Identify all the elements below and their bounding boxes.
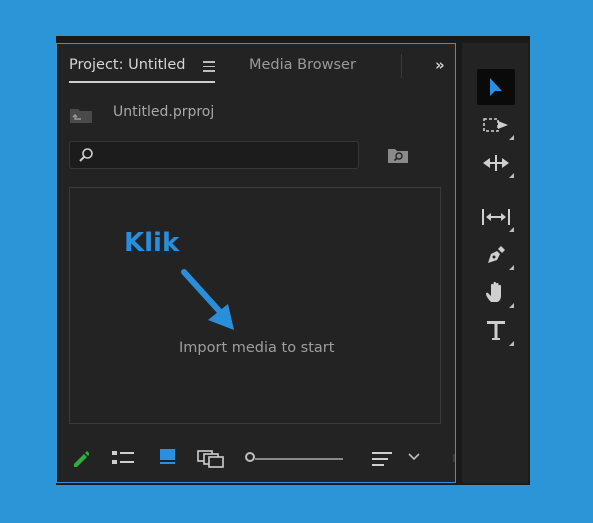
panel-menu-icon[interactable] (203, 61, 215, 72)
active-tab-indicator (69, 81, 215, 83)
hand-icon (486, 281, 501, 302)
panel-resize-handle[interactable] (453, 454, 455, 462)
chevron-down-icon[interactable] (407, 452, 421, 462)
zoom-slider-track[interactable] (255, 458, 343, 460)
tab-media-browser[interactable]: Media Browser (249, 57, 356, 73)
project-panel: Project: Untitled Media Browser » Untitl… (56, 43, 456, 483)
ripple-edit-tool[interactable] (477, 145, 515, 181)
project-bin-icon (70, 109, 92, 123)
project-bottom-toolbar (57, 440, 455, 470)
tab-divider (401, 54, 402, 78)
search-icon (79, 148, 93, 162)
empty-state-message: Import media to start (179, 340, 335, 356)
panel-tabs: Project: Untitled Media Browser » (57, 44, 455, 86)
pencil-icon[interactable] (71, 448, 89, 468)
annotation-arrow-icon (181, 269, 234, 330)
pen-tool[interactable] (477, 237, 515, 273)
track-select-tool[interactable] (477, 107, 515, 143)
type-icon (487, 321, 505, 340)
pen-icon (488, 246, 505, 263)
hand-tool[interactable] (477, 275, 515, 311)
zoom-slider-handle[interactable] (245, 452, 255, 462)
tab-project[interactable]: Project: Untitled (69, 57, 185, 73)
search-input[interactable] (69, 141, 359, 169)
selection-tool[interactable] (477, 69, 515, 105)
type-tool[interactable] (477, 313, 515, 349)
tool-group-indicator (509, 227, 514, 232)
ripple-edit-icon (483, 155, 509, 171)
tools-panel (462, 43, 528, 483)
tool-group-indicator (509, 303, 514, 308)
sort-icon[interactable] (371, 450, 393, 468)
project-file-name: Untitled.prproj (113, 104, 215, 120)
tool-group-indicator (509, 265, 514, 270)
tool-group-indicator (509, 173, 514, 178)
premiere-workspace: Project: Untitled Media Browser » Untitl… (56, 36, 530, 485)
track-select-icon (483, 118, 508, 132)
media-drop-area[interactable]: Klik Import media to start (69, 187, 441, 424)
icon-view-icon[interactable] (159, 448, 177, 466)
freeform-view-icon[interactable] (197, 448, 225, 468)
tool-group-indicator (509, 341, 514, 346)
list-view-icon[interactable] (111, 449, 135, 467)
slip-tool[interactable] (477, 199, 515, 235)
selection-arrow-icon (490, 78, 502, 96)
slip-icon (482, 209, 510, 225)
annotation-label: Klik (124, 228, 180, 258)
overflow-tabs-icon[interactable]: » (435, 56, 445, 74)
find-in-bin-icon[interactable] (387, 146, 409, 164)
tool-group-indicator (509, 135, 514, 140)
